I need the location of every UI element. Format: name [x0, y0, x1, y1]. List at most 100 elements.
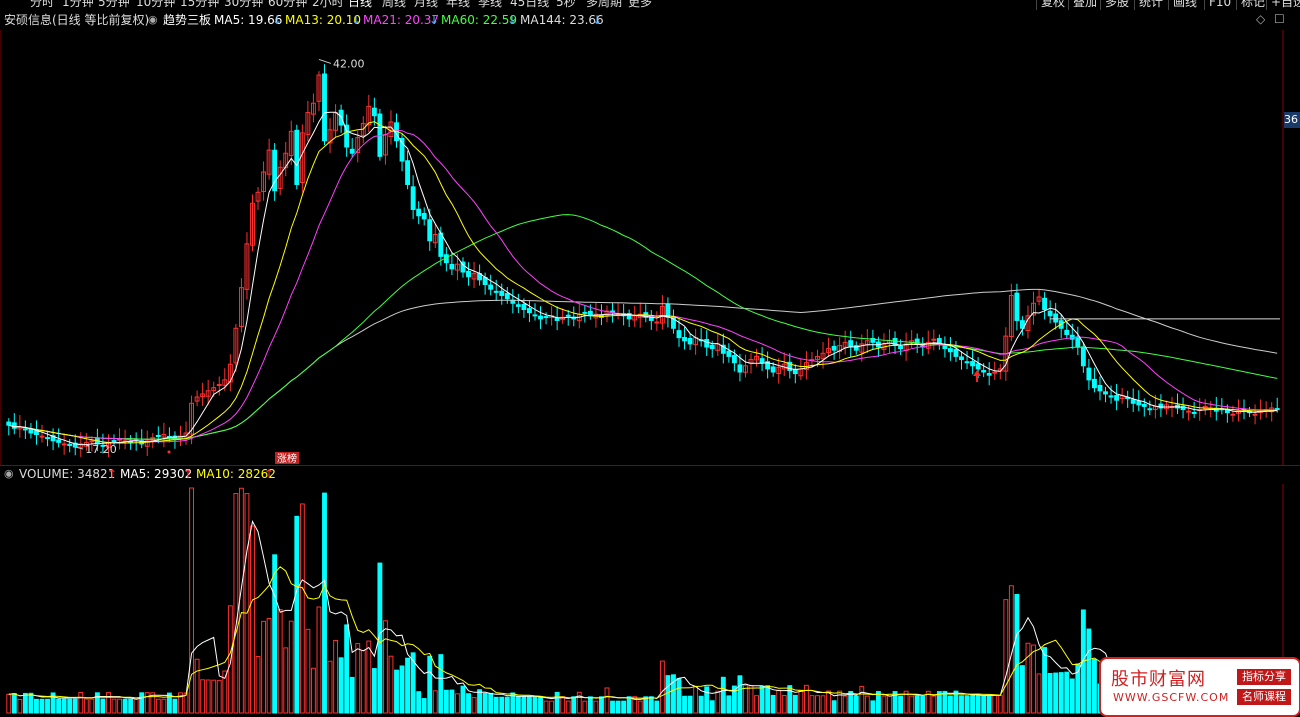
toolbar-button-3[interactable]: 统计: [1134, 0, 1167, 10]
volume-bar: [17, 698, 23, 714]
candle-body: [34, 430, 39, 436]
volume-bar: [128, 698, 134, 714]
candle-body: [554, 317, 560, 321]
ma144-arrow-icon: ↓: [592, 13, 603, 27]
volume-bar: [288, 620, 294, 714]
candle-body: [504, 293, 510, 300]
candle-body: [947, 348, 953, 353]
price-header: 安硕信息(日线 等比前复权) ◉ 趋势三板 MA5: 19.66 ↓ MA13:…: [0, 10, 1300, 30]
candle-body: [731, 355, 737, 364]
candle-body: [1014, 292, 1020, 321]
candle-body: [543, 316, 549, 319]
period-tab-6[interactable]: 60分钟: [268, 0, 307, 10]
watermark-tag-share: 指标分享: [1237, 669, 1291, 685]
candle-body: [676, 330, 682, 339]
toolbar-button-1[interactable]: 叠加: [1068, 0, 1101, 10]
volume-bar: [100, 698, 106, 714]
volume-bars: [6, 487, 1280, 714]
volume-bar: [571, 696, 577, 714]
candle-body: [726, 350, 732, 357]
volume-bar: [759, 685, 765, 714]
ma5-line: [8, 111, 1278, 446]
period-tab-11[interactable]: 年线: [446, 0, 470, 10]
stock-title: 安硕信息(日线 等比前复权): [4, 13, 150, 27]
volume-bar: [538, 696, 543, 714]
period-tab-14[interactable]: 5秒: [556, 0, 576, 10]
volume-bar: [870, 700, 876, 714]
period-tab-1[interactable]: 1分钟: [62, 0, 94, 10]
volume-bar: [172, 698, 178, 714]
candle-body: [1103, 391, 1108, 395]
period-tab-13[interactable]: 45日线: [510, 0, 549, 10]
volume-bar: [394, 669, 399, 714]
volume-bar: [455, 693, 460, 714]
volume-bar: [815, 695, 820, 714]
volume-bar: [493, 696, 499, 714]
ma5-arrow-icon: ↓: [272, 13, 283, 27]
period-tab-4[interactable]: 15分钟: [180, 0, 219, 10]
candle-body: [6, 421, 12, 426]
volume-bar: [959, 695, 964, 714]
toolbar-button-6[interactable]: 标记: [1236, 0, 1269, 10]
candle-body: [981, 370, 987, 373]
candle-body: [953, 348, 959, 357]
diamond-icon[interactable]: ◇: [1256, 12, 1265, 26]
toolbar-button-5[interactable]: F10: [1204, 0, 1235, 10]
pane-divider[interactable]: [0, 465, 1300, 466]
volume-bar: [809, 695, 815, 714]
volume-bar: [975, 695, 981, 714]
volume-bar: [194, 658, 200, 714]
period-tab-0[interactable]: 分时: [30, 0, 54, 10]
volume-bar: [565, 700, 571, 714]
volume-bar: [1058, 672, 1064, 714]
volume-bar: [947, 695, 953, 714]
toolbar-button-4[interactable]: 画线: [1168, 0, 1201, 10]
volume-bar: [78, 692, 84, 714]
candle-body: [294, 129, 300, 185]
candle-body: [349, 148, 355, 154]
volume-bar: [355, 643, 361, 714]
volume-bar: [211, 679, 217, 714]
candle-body: [466, 270, 471, 278]
candle-body: [1086, 367, 1092, 381]
candle-body: [39, 435, 45, 438]
toolbar-button-2[interactable]: 多股: [1100, 0, 1133, 10]
ma13-label: MA13: 20.10: [285, 13, 362, 27]
volume-bar: [200, 679, 206, 714]
badge-text: 涨榜: [277, 452, 297, 465]
toolbar-button-7[interactable]: +自选: [1266, 0, 1300, 10]
volume-bar: [322, 492, 327, 714]
period-tab-5[interactable]: 30分钟: [224, 0, 263, 10]
candle-body: [22, 428, 28, 431]
volume-bar: [676, 677, 682, 714]
period-tab-3[interactable]: 10分钟: [136, 0, 175, 10]
volume-bar: [604, 687, 610, 714]
candle-body: [942, 345, 948, 350]
indicator-toggle-icon[interactable]: ◉: [148, 10, 158, 30]
candle-body: [1075, 336, 1081, 348]
watermark-url: WWW.GSCFW.COM: [1113, 691, 1230, 704]
volume-toggle-icon[interactable]: ◉: [4, 464, 14, 484]
volume-bar: [316, 606, 322, 714]
volume-bar: [432, 690, 438, 714]
volume-ma5-label: MA5: 29302: [120, 467, 193, 481]
period-tab-10[interactable]: 月线: [414, 0, 438, 10]
close-panel-icon[interactable]: ☐: [1274, 12, 1285, 26]
volume-bar: [715, 690, 721, 714]
toolbar-button-0[interactable]: 复权: [1036, 0, 1069, 10]
volume-bar: [898, 695, 904, 714]
candle-body: [1097, 384, 1103, 392]
candle-body: [848, 340, 854, 348]
price-chart[interactable]: 42.00 17.20 涨榜: [0, 30, 1300, 465]
period-tab-16[interactable]: 更多: [628, 0, 652, 10]
period-tab-15[interactable]: 多周期: [586, 0, 622, 10]
volume-bar: [45, 698, 50, 714]
period-tab-7[interactable]: 2小时: [312, 0, 344, 10]
candle-body: [986, 373, 992, 376]
period-tab-12[interactable]: 季线: [478, 0, 502, 10]
ma60-label: MA60: 22.59: [441, 13, 518, 27]
period-tab-9[interactable]: 周线: [382, 0, 406, 10]
volume-bar: [1019, 665, 1025, 714]
period-tab-2[interactable]: 5分钟: [98, 0, 130, 10]
period-tab-8[interactable]: 日线: [348, 0, 372, 10]
